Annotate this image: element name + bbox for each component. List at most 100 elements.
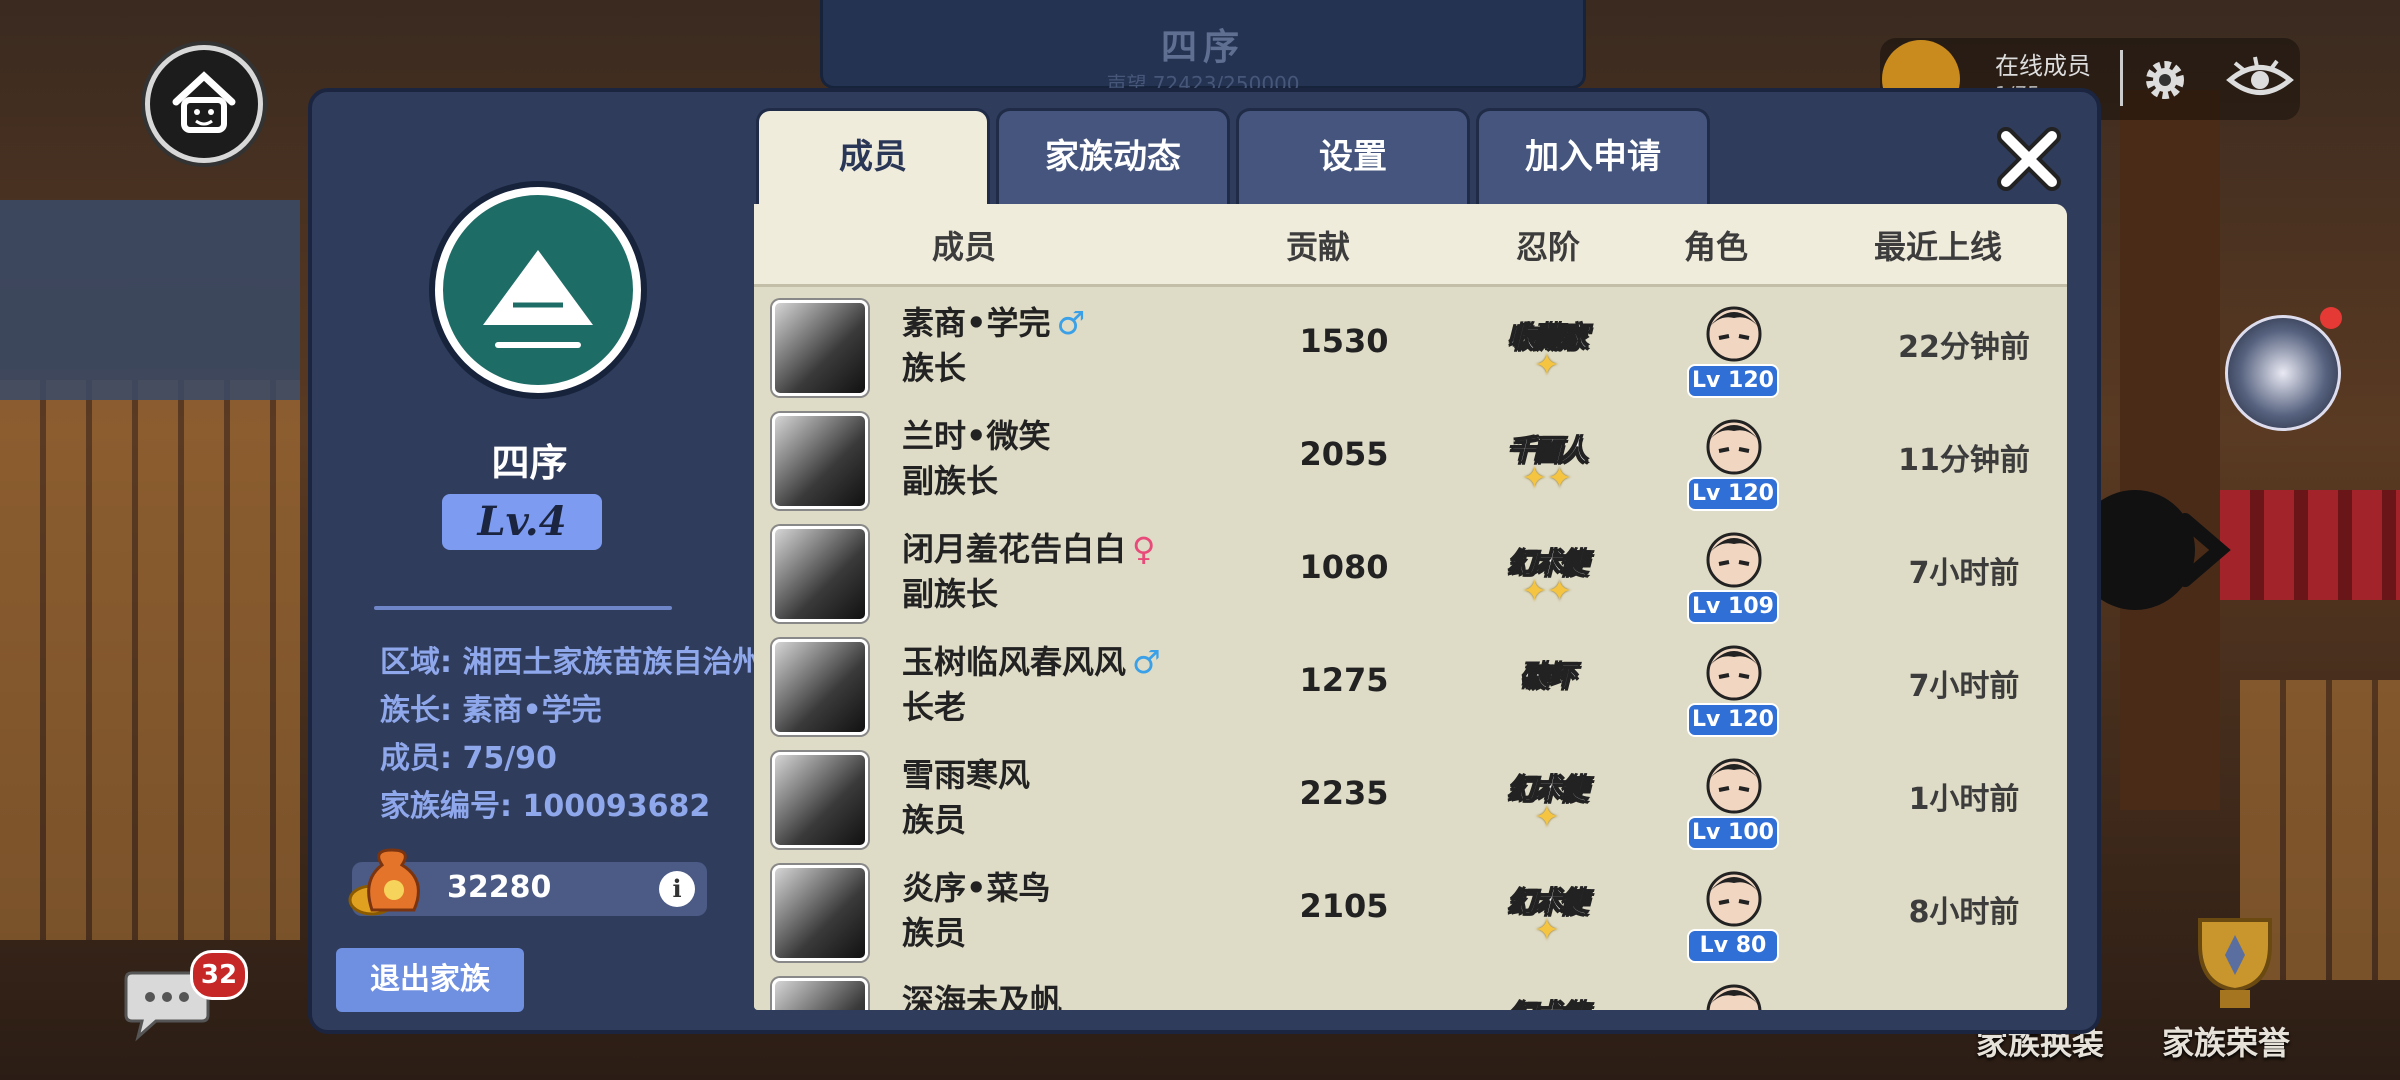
- rank-title: 幻术使: [1492, 994, 1602, 1011]
- character-level: Lv 120: [1687, 364, 1779, 398]
- member-position: 族员: [902, 801, 967, 839]
- character-level: Lv 100: [1687, 816, 1779, 850]
- member-name: 深海未及帆: [902, 976, 1068, 1010]
- header-contribution[interactable]: 贡献: [1286, 222, 1350, 268]
- chat-unread-badge: 32: [190, 950, 248, 1000]
- bg-rail-right: [2220, 490, 2400, 600]
- member-table[interactable]: 成员 贡献 忍阶 角色 最近上线 素商•学完 ♂ 族长 1530 收藏家 ✦ Lv 120 2…: [754, 204, 2067, 1010]
- tab-settings[interactable]: 设置: [1236, 108, 1470, 211]
- header-last-online[interactable]: 最近上线: [1874, 222, 2002, 268]
- table-row[interactable]: 雪雨寒风族员 2235 幻术使 ✦ Lv 100 1小时前: [754, 740, 2067, 856]
- funds-value: 32280: [447, 870, 552, 905]
- member-avatar[interactable]: [772, 526, 868, 622]
- rank-badge: 收藏家 ✦: [1492, 302, 1602, 388]
- member-avatar[interactable]: [772, 639, 868, 735]
- tab-members[interactable]: 成员: [756, 108, 990, 215]
- last-online: 22分钟前: [1898, 330, 2030, 365]
- character-portrait-icon: [1706, 645, 1762, 701]
- header-rank[interactable]: 忍阶: [1516, 222, 1580, 268]
- eye-icon[interactable]: [2225, 55, 2295, 105]
- clan-panel: 四序 Lv.4 区域: 湘西土家族苗族自治州 族长: 素商•学完 成员: 75/…: [308, 88, 2101, 1034]
- member-position: 副族长: [902, 575, 999, 613]
- bg-window-left: [0, 380, 300, 940]
- mountain-emblem-icon: [483, 250, 593, 348]
- rank-stars: ✦✦: [1521, 461, 1573, 496]
- bg-curtain: [0, 200, 300, 400]
- member-name-text: 闭月羞花告白白: [902, 530, 1127, 568]
- next-arrow-icon[interactable]: [2095, 480, 2235, 620]
- member-name: 兰时•微笑: [902, 411, 1056, 457]
- banner-title: 四序: [1160, 27, 1245, 68]
- table-row[interactable]: 兰时•微笑 副族长 2055 千面人 ✦✦ Lv 120 11分钟前: [754, 401, 2067, 517]
- tab-join-requests[interactable]: 加入申请: [1476, 108, 1710, 211]
- clan-emblem: [435, 187, 641, 393]
- member-avatar[interactable]: [772, 752, 868, 848]
- member-contribution: 2235: [1299, 774, 1389, 812]
- tab-clan-activity[interactable]: 家族动态: [996, 108, 1230, 211]
- rank-badge: 千面人 ✦✦: [1492, 415, 1602, 501]
- member-avatar[interactable]: [772, 865, 868, 961]
- member-name: 素商•学完 ♂: [902, 298, 1085, 344]
- gear-icon[interactable]: [2140, 55, 2190, 105]
- member-name: 雪雨寒风: [902, 750, 1036, 796]
- rank-stars: ✦: [1534, 800, 1560, 835]
- coin-bag-icon: [348, 848, 420, 916]
- divider: [2120, 50, 2123, 106]
- bg-pillar-right: [2120, 90, 2220, 810]
- rank-badge: 幻术使 ✦: [1492, 867, 1602, 953]
- character-portrait-icon: [1706, 419, 1762, 475]
- info-icon[interactable]: i: [659, 871, 695, 907]
- rank-badge: 破坏: [1492, 641, 1602, 727]
- online-label: 在线成员: [1995, 52, 2091, 80]
- member-avatar[interactable]: [772, 300, 868, 396]
- close-icon[interactable]: [1992, 122, 2066, 196]
- last-online: 1小时前: [1908, 782, 2020, 817]
- member-name: 玉树临风春风风 ♂: [902, 637, 1161, 683]
- table-row[interactable]: 深海未及帆 幻术使: [754, 966, 2067, 1010]
- clan-name: 四序: [491, 441, 568, 485]
- character-portrait-icon: [1706, 532, 1762, 588]
- member-name-text: 兰时•微笑: [902, 417, 1051, 455]
- member-contribution: 2105: [1299, 887, 1389, 925]
- last-online: 7小时前: [1908, 669, 2020, 704]
- character-portrait-icon: [1706, 758, 1762, 814]
- clan-honor-label[interactable]: 家族荣誉: [2162, 1018, 2290, 1064]
- character-portrait-icon: [1706, 871, 1762, 927]
- character-portrait-icon: [1706, 984, 1762, 1010]
- leave-clan-button[interactable]: 退出家族: [336, 948, 524, 1012]
- rank-badge: 幻术使: [1492, 980, 1602, 1011]
- character-level: Lv 120: [1687, 477, 1779, 511]
- character-portrait-icon: [1706, 306, 1762, 362]
- member-name-text: 玉树临风春风风: [902, 643, 1127, 681]
- clan-funds: 32280 i: [348, 848, 707, 916]
- player-avatar[interactable]: [2225, 315, 2341, 431]
- member-position: 族长: [902, 349, 967, 387]
- member-name-text: 素商•学完: [902, 304, 1051, 342]
- honor-trophy-icon[interactable]: [2170, 905, 2300, 1015]
- gender-icon: ♂: [1132, 643, 1161, 681]
- member-name-text: 深海未及帆: [902, 982, 1063, 1010]
- table-row[interactable]: 玉树临风春风风 ♂ 长老 1275 破坏 Lv 120 7小时前: [754, 627, 2067, 743]
- member-name-text: 雪雨寒风: [902, 756, 1031, 794]
- table-header: 成员 贡献 忍阶 角色 最近上线: [754, 204, 2067, 287]
- table-row[interactable]: 炎序•菜鸟 族员 2105 幻术使 ✦ Lv 80 8小时前: [754, 853, 2067, 969]
- info-divider: [374, 606, 672, 610]
- gender-icon: ♂: [1056, 304, 1086, 342]
- rank-stars: ✦: [1534, 913, 1560, 948]
- last-online: 7小时前: [1908, 556, 2020, 591]
- member-name: 炎序•菜鸟: [902, 863, 1056, 909]
- member-contribution: 1275: [1299, 661, 1389, 699]
- top-banner: 四序 声望 72423/250000: [820, 0, 1586, 96]
- member-avatar[interactable]: [772, 413, 868, 509]
- character-level: Lv 80: [1687, 929, 1779, 963]
- last-online: 11分钟前: [1898, 443, 2030, 478]
- member-avatar[interactable]: [772, 978, 868, 1010]
- header-role: 角色: [1684, 228, 1749, 266]
- table-row[interactable]: 素商•学完 ♂ 族长 1530 收藏家 ✦ Lv 120 22分钟前: [754, 288, 2067, 404]
- header-member: 成员: [932, 228, 997, 266]
- member-contribution: 2055: [1299, 435, 1389, 473]
- home-button[interactable]: [145, 45, 263, 163]
- table-row[interactable]: 闭月羞花告白白 ♀ 副族长 1080 幻术使 ✦✦ Lv 109 7小时前: [754, 514, 2067, 630]
- rank-badge: 幻术使 ✦: [1492, 754, 1602, 840]
- member-contribution: 1080: [1299, 548, 1389, 586]
